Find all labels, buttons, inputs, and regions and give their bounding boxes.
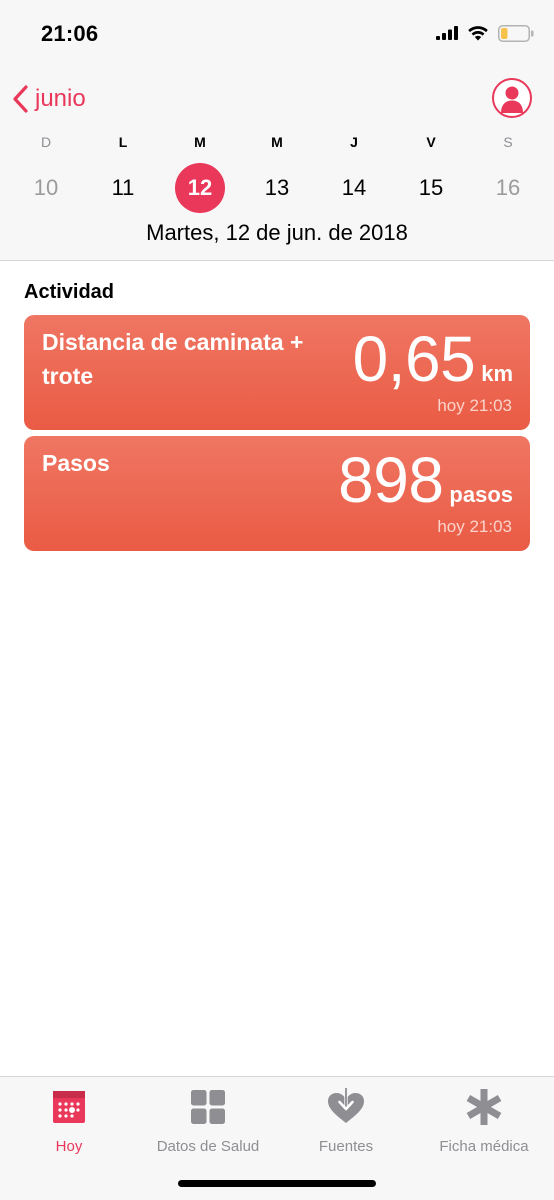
chevron-left-icon	[13, 85, 28, 113]
day-number: 11	[111, 175, 135, 200]
battery-icon	[498, 24, 534, 42]
health-app-screen: 21:06 junio D L M M J V S 10 11 12 13 14…	[0, 0, 554, 1200]
back-label: junio	[35, 85, 86, 112]
card-timestamp: hoy 21:03	[437, 396, 512, 415]
section-title-actividad: Actividad	[24, 281, 115, 303]
day-14[interactable]: 14	[326, 167, 382, 209]
grid-icon	[191, 1090, 225, 1124]
day-12-selected[interactable]: 12	[172, 163, 228, 213]
day-number: 10	[33, 175, 59, 200]
weekday-label: L	[118, 134, 128, 150]
day-11[interactable]: 11	[95, 167, 151, 209]
distance-card[interactable]: Distancia de caminata + trote 0,65 km ho…	[24, 315, 530, 430]
cellular-signal-icon	[436, 26, 458, 40]
profile-button[interactable]	[492, 78, 532, 118]
tab-label: Fuentes	[318, 1138, 374, 1155]
home-indicator	[178, 1180, 376, 1187]
weekday-label: M	[271, 134, 283, 150]
wifi-icon	[468, 26, 488, 41]
card-value: 0,65 km	[353, 323, 513, 395]
day-number: 13	[264, 175, 290, 200]
day-number: 16	[495, 175, 521, 200]
card-title: Distancia de caminata + trote	[42, 329, 304, 389]
tab-label: Datos de Salud	[156, 1138, 260, 1155]
steps-card[interactable]: Pasos 898 pasos hoy 21:03	[24, 436, 530, 551]
tab-hoy[interactable]: Hoy	[0, 1087, 139, 1155]
card-number: 0,65	[352, 323, 476, 395]
weekday-label: J	[350, 134, 358, 150]
status-icons	[436, 22, 534, 44]
weekday-label: V	[426, 134, 436, 150]
card-number: 898	[338, 444, 444, 516]
card-timestamp: hoy 21:03	[437, 517, 512, 536]
status-bar: 21:06	[0, 0, 554, 66]
weekday-label: S	[503, 134, 513, 150]
card-title: Pasos	[42, 450, 110, 476]
tab-label: Ficha médica	[439, 1138, 529, 1155]
weekday-label: D	[40, 134, 52, 150]
day-number: 14	[341, 175, 367, 200]
status-time: 21:06	[41, 21, 99, 46]
person-icon	[501, 86, 523, 113]
day-row: 10 11 12 13 14 15 16	[0, 163, 554, 213]
back-to-month-button[interactable]: junio	[11, 82, 86, 116]
day-10[interactable]: 10	[18, 167, 74, 209]
tab-fuentes[interactable]: Fuentes	[276, 1087, 416, 1155]
day-number: 12	[187, 175, 213, 200]
heart-download-icon	[328, 1087, 364, 1123]
tab-datos-de-salud[interactable]: Datos de Salud	[138, 1087, 278, 1155]
calendar-header: junio D L M M J V S 10 11 12 13 14 15 16…	[0, 66, 554, 261]
card-value: 898 pasos	[338, 444, 513, 516]
asterisk-icon	[466, 1089, 502, 1125]
weekday-label: M	[194, 134, 206, 150]
calendar-icon	[53, 1091, 85, 1123]
day-16[interactable]: 16	[480, 167, 536, 209]
day-number: 15	[418, 175, 444, 200]
day-13[interactable]: 13	[249, 167, 305, 209]
full-date-label: Martes, 12 de jun. de 2018	[146, 220, 408, 245]
card-unit: pasos	[449, 482, 513, 507]
card-unit: km	[481, 361, 513, 386]
weekday-row: D L M M J V S	[0, 134, 554, 154]
day-15[interactable]: 15	[403, 167, 459, 209]
tab-label: Hoy	[55, 1138, 83, 1155]
tab-ficha-medica[interactable]: Ficha médica	[414, 1087, 554, 1155]
